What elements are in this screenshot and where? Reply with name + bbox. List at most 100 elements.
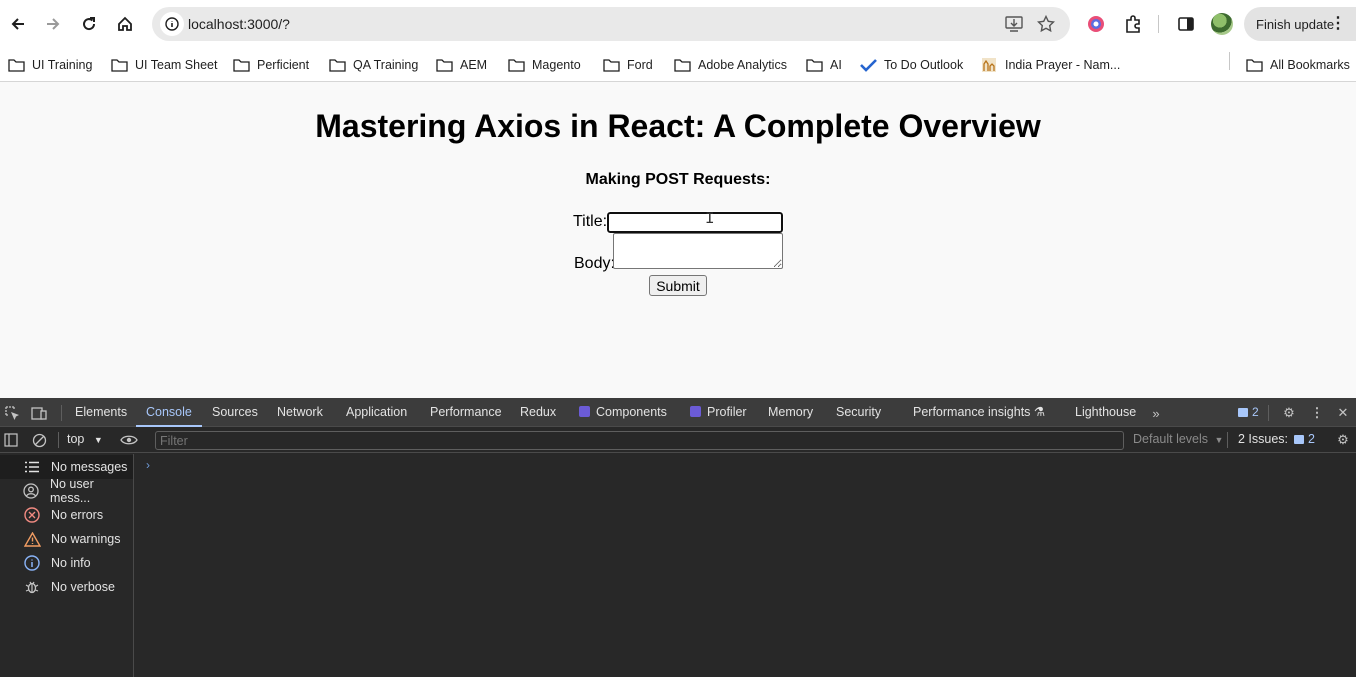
folder-icon bbox=[8, 57, 26, 73]
tab-redux[interactable]: Redux bbox=[520, 398, 556, 427]
back-button[interactable] bbox=[4, 10, 32, 38]
tab-elements[interactable]: Elements bbox=[75, 398, 127, 427]
page-content: Mastering Axios in React: A Complete Ove… bbox=[0, 82, 1356, 398]
sidebar-item-errors[interactable]: No errors bbox=[0, 503, 133, 527]
tab-performance-insights[interactable]: Performance insights ⚗ bbox=[913, 398, 1045, 427]
sidebar-item-info[interactable]: No info bbox=[0, 551, 133, 575]
finish-update-button[interactable]: Finish update ⋮ bbox=[1244, 7, 1356, 41]
bookmark-folder-ui-team-sheet[interactable]: UI Team Sheet bbox=[111, 54, 217, 76]
bookmark-to-do-outlook[interactable]: To Do Outlook bbox=[860, 54, 963, 76]
tab-sources[interactable]: Sources bbox=[212, 398, 258, 427]
more-menu-icon[interactable]: ⋮ bbox=[1330, 16, 1346, 32]
tab-console[interactable]: Console bbox=[136, 398, 202, 427]
message-icon bbox=[1294, 434, 1305, 444]
text-cursor-icon: I bbox=[705, 210, 715, 228]
profile-avatar[interactable] bbox=[1211, 13, 1233, 35]
react-components-icon bbox=[579, 406, 590, 417]
bookmark-folder-ui-training[interactable]: UI Training bbox=[8, 54, 92, 76]
console-settings-gear-icon[interactable]: ⚙ bbox=[1334, 431, 1352, 449]
message-icon bbox=[1238, 407, 1248, 417]
bookmark-folder-aem[interactable]: AEM bbox=[436, 54, 487, 76]
folder-icon bbox=[111, 57, 129, 73]
site-info-icon[interactable] bbox=[160, 12, 184, 36]
folder-icon bbox=[603, 57, 621, 73]
extension-colorful-icon[interactable] bbox=[1084, 12, 1108, 36]
tab-performance[interactable]: Performance bbox=[430, 398, 502, 427]
bookmark-star-icon[interactable] bbox=[1036, 14, 1056, 34]
context-selector[interactable]: top ▼ bbox=[67, 432, 103, 446]
settings-gear-icon[interactable]: ⚙ bbox=[1280, 404, 1298, 422]
devtools-panel: Elements Console Sources Network Applica… bbox=[0, 398, 1356, 677]
console-filter-input[interactable] bbox=[155, 431, 1124, 450]
log-levels-dropdown[interactable]: Default levels ▼ bbox=[1133, 432, 1223, 446]
devtools-tab-bar: Elements Console Sources Network Applica… bbox=[0, 398, 1356, 427]
tab-memory[interactable]: Memory bbox=[768, 398, 813, 427]
checkmark-icon bbox=[860, 57, 878, 73]
tab-network[interactable]: Network bbox=[277, 398, 323, 427]
tab-security[interactable]: Security bbox=[836, 398, 881, 427]
issues-counter[interactable]: 2 Issues: 2 bbox=[1238, 432, 1315, 446]
bookmark-folder-magento[interactable]: Magento bbox=[508, 54, 581, 76]
address-bar[interactable]: localhost:3000/? bbox=[152, 7, 1070, 41]
title-input[interactable] bbox=[606, 211, 784, 234]
dropdown-arrow-icon: ▼ bbox=[93, 435, 103, 445]
all-bookmarks[interactable]: All Bookmarks bbox=[1246, 54, 1350, 76]
tab-profiler[interactable]: Profiler bbox=[690, 398, 747, 427]
folder-icon bbox=[806, 57, 824, 73]
sidebar-item-user-messages[interactable]: No user mess... bbox=[0, 477, 133, 505]
sidebar-item-verbose[interactable]: No verbose bbox=[0, 575, 133, 599]
title-label: Title: bbox=[573, 213, 608, 230]
bookmark-folder-perficient[interactable]: Perficient bbox=[233, 54, 309, 76]
sidebar-item-warnings[interactable]: No warnings bbox=[0, 527, 133, 551]
bookmark-folder-qa-training[interactable]: QA Training bbox=[329, 54, 418, 76]
home-icon bbox=[118, 16, 132, 31]
submit-button[interactable]: Submit bbox=[649, 275, 707, 296]
folder-icon bbox=[674, 57, 692, 73]
bookmarks-bar: UI Training UI Team Sheet Perficient QA … bbox=[0, 48, 1356, 82]
home-button[interactable] bbox=[111, 10, 139, 38]
bookmark-favicon-icon bbox=[981, 57, 999, 73]
bookmark-folder-ford[interactable]: Ford bbox=[603, 54, 653, 76]
side-panel-icon[interactable] bbox=[1174, 12, 1198, 36]
folder-icon bbox=[1246, 57, 1264, 73]
bookmark-india-prayer[interactable]: India Prayer - Nam... bbox=[981, 54, 1120, 76]
device-toolbar-icon[interactable] bbox=[30, 404, 48, 422]
reload-icon bbox=[83, 17, 96, 31]
inspect-element-icon[interactable] bbox=[3, 404, 21, 422]
page-title: Mastering Axios in React: A Complete Ove… bbox=[315, 108, 1041, 144]
extensions-puzzle-icon[interactable] bbox=[1121, 12, 1145, 36]
url-text[interactable]: localhost:3000/? bbox=[188, 16, 290, 32]
body-textarea[interactable] bbox=[613, 233, 783, 269]
forward-arrow-icon bbox=[47, 18, 60, 30]
finish-update-label: Finish update bbox=[1256, 16, 1335, 32]
tab-lighthouse[interactable]: Lighthouse bbox=[1075, 398, 1136, 427]
body-label: Body: bbox=[574, 255, 615, 272]
forward-button[interactable] bbox=[39, 10, 67, 38]
sidebar-item-messages[interactable]: No messages bbox=[0, 455, 133, 479]
install-app-icon[interactable] bbox=[1004, 14, 1024, 34]
bookmarks-separator bbox=[1229, 52, 1230, 70]
dropdown-arrow-icon: ▼ bbox=[1214, 435, 1224, 445]
react-profiler-icon bbox=[690, 406, 701, 417]
sidebar-toggle-icon[interactable] bbox=[2, 431, 20, 449]
clear-console-icon[interactable] bbox=[30, 431, 48, 449]
console-prompt-chevron-icon[interactable]: › bbox=[146, 458, 150, 472]
close-devtools-icon[interactable]: ✕ bbox=[1334, 404, 1352, 422]
more-options-icon[interactable]: ⋮ bbox=[1308, 404, 1326, 422]
section-heading: Making POST Requests: bbox=[585, 171, 771, 188]
list-icon bbox=[22, 461, 42, 473]
bookmark-folder-ai[interactable]: AI bbox=[806, 54, 842, 76]
bookmark-folder-adobe-analytics[interactable]: Adobe Analytics bbox=[674, 54, 787, 76]
folder-icon bbox=[436, 57, 454, 73]
live-expression-eye-icon[interactable] bbox=[120, 431, 138, 449]
folder-icon bbox=[233, 57, 251, 73]
tab-components[interactable]: Components bbox=[579, 398, 667, 427]
reload-button[interactable] bbox=[75, 10, 103, 38]
flask-icon: ⚗ bbox=[1033, 405, 1046, 419]
more-tabs-chevron-icon[interactable]: » bbox=[1147, 404, 1165, 422]
tab-application[interactable]: Application bbox=[346, 398, 407, 427]
console-filter-bar: top ▼ Default levels ▼ 2 Issues: 2 ⚙ bbox=[0, 427, 1356, 453]
info-icon bbox=[22, 555, 42, 571]
folder-icon bbox=[508, 57, 526, 73]
issues-badge[interactable]: 2 bbox=[1238, 405, 1259, 419]
